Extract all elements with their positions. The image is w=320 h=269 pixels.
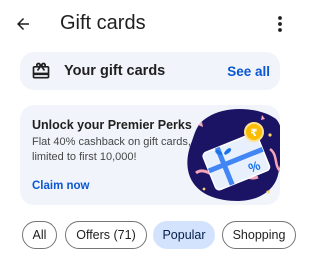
back-button[interactable] (10, 11, 36, 37)
gift-card-icon (32, 62, 50, 79)
your-gift-cards-label: Your gift cards (64, 63, 166, 79)
page-title: Gift cards (60, 12, 146, 34)
arrow-back-icon (17, 18, 29, 30)
gift-card-illustration: % ₹ (187, 108, 280, 201)
chip-shopping[interactable]: Shopping (222, 221, 296, 249)
coin-rupee-symbol: ₹ (251, 128, 258, 139)
more-options-button[interactable] (272, 12, 288, 36)
promo-description: Flat 40% cashback on gift cards, limited… (32, 136, 191, 163)
app-bar: Gift cards (0, 0, 300, 48)
your-gift-cards-row[interactable]: Your gift cards See all (20, 52, 280, 90)
chip-offers[interactable]: Offers (71) (65, 221, 147, 249)
more-vert-icon (278, 16, 282, 32)
chip-popular[interactable]: Popular (153, 221, 215, 249)
promo-title: Unlock your Premier Perks (32, 118, 192, 132)
filter-chip-row: All Offers (71) Popular Shopping (0, 221, 300, 251)
chip-all[interactable]: All (22, 221, 57, 249)
see-all-link[interactable]: See all (227, 63, 270, 80)
premier-perks-promo-card[interactable]: Unlock your Premier Perks Flat 40% cashb… (20, 105, 280, 205)
claim-now-link[interactable]: Claim now (32, 179, 90, 194)
